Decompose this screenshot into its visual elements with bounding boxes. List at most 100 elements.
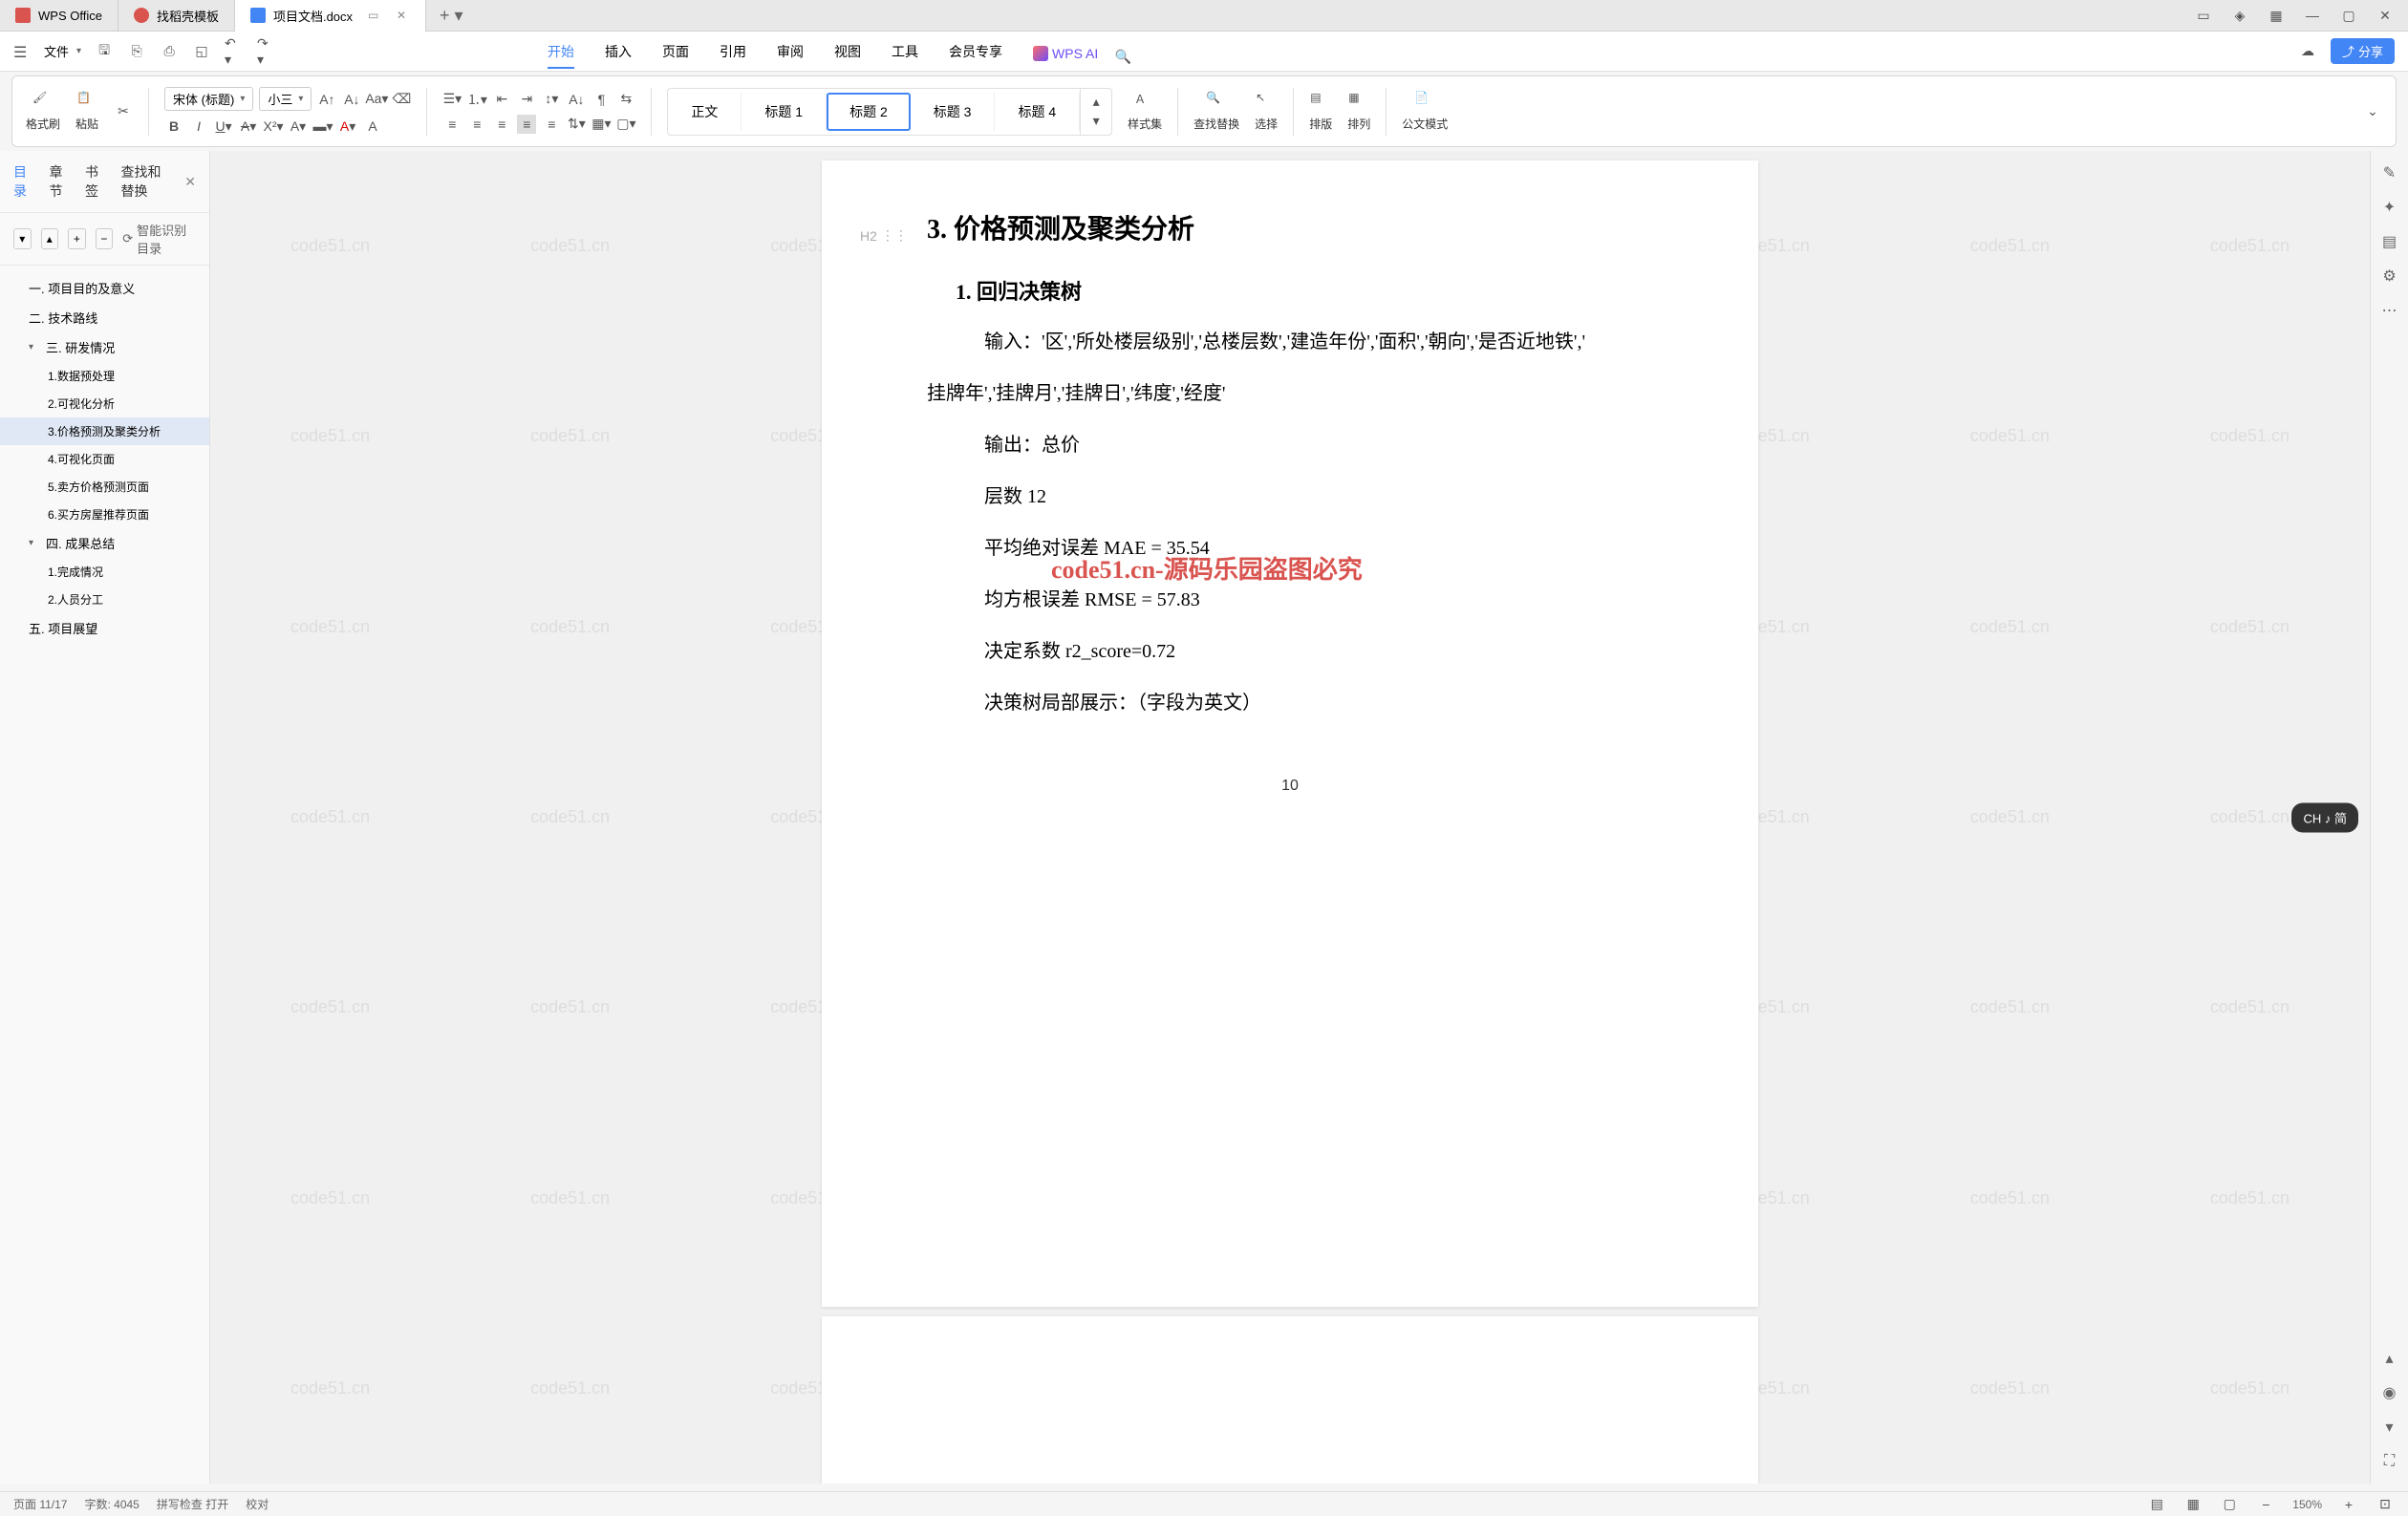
style-heading4[interactable]: 标题 4 — [995, 93, 1080, 131]
document-paragraph[interactable]: 均方根误差 RMSE = 57.83 — [984, 583, 1653, 617]
document-paragraph[interactable]: 决定系数 r2_score=0.72 — [984, 634, 1653, 669]
ribbon-tab-page[interactable]: 页面 — [647, 36, 704, 67]
view-mode-icon[interactable]: ▦ — [2183, 1495, 2203, 1514]
change-case-icon[interactable]: Aa▾ — [367, 90, 386, 109]
style-scroll-up-icon[interactable]: ▴ — [1086, 93, 1106, 112]
style-set-button[interactable]: Ａ 样式集 — [1128, 91, 1162, 132]
align-center-icon[interactable]: ≡ — [467, 115, 486, 134]
toc-remove-icon[interactable]: − — [96, 228, 114, 249]
ribbon-tab-insert[interactable]: 插入 — [590, 36, 647, 67]
line-spacing-icon[interactable]: ⇅▾ — [567, 115, 586, 134]
sidebar-tab-bookmark[interactable]: 书签 — [85, 162, 104, 201]
sidebar-tab-find[interactable]: 查找和替换 — [121, 162, 168, 201]
style-heading3[interactable]: 标题 3 — [911, 93, 996, 131]
cloud-icon[interactable]: ☁ — [2298, 42, 2317, 61]
drag-handle-icon[interactable]: ⋮⋮ — [881, 227, 908, 244]
template-icon[interactable]: ▤ — [2379, 231, 2400, 252]
increase-font-icon[interactable]: A↑ — [317, 90, 336, 109]
page-down-icon[interactable]: ▾ — [2379, 1417, 2400, 1438]
view-mode-icon[interactable]: ▤ — [2147, 1495, 2166, 1514]
ime-badge[interactable]: CH ♪ 简 — [2291, 802, 2358, 832]
clear-format-icon[interactable]: ⌫ — [392, 90, 411, 109]
cube-icon[interactable]: ◈ — [2230, 6, 2249, 25]
sidebar-close-icon[interactable]: ✕ — [184, 174, 196, 190]
document-subheading[interactable]: 1. 回归决策树 — [956, 275, 1653, 306]
paste-button[interactable]: 📋 粘贴 — [75, 91, 98, 132]
toc-item[interactable]: 3.价格预测及聚类分析 — [0, 417, 209, 445]
minimize-icon[interactable]: — — [2303, 6, 2322, 25]
increase-indent-icon[interactable]: ⇥ — [517, 90, 536, 109]
hamburger-icon[interactable]: ☰ — [13, 43, 31, 60]
layout-button[interactable]: ▤ 排版 — [1309, 91, 1332, 132]
ribbon-tab-start[interactable]: 开始 — [532, 36, 590, 67]
tab-close-icon[interactable]: ✕ — [397, 9, 410, 22]
page-up-icon[interactable]: ▴ — [2379, 1348, 2400, 1369]
underline-icon[interactable]: U▾ — [214, 117, 233, 136]
sparkle-icon[interactable]: ✦ — [2379, 197, 2400, 218]
font-color-icon[interactable]: A▾ — [338, 117, 357, 136]
numbered-list-icon[interactable]: ⒈▾ — [467, 90, 486, 109]
italic-icon[interactable]: I — [189, 117, 208, 136]
save-icon[interactable]: 🖫 — [95, 42, 114, 61]
document-paragraph[interactable]: 决策树局部展示：（字段为英文） — [984, 686, 1653, 720]
zoom-in-icon[interactable]: + — [2339, 1495, 2358, 1514]
expand-icon[interactable]: ⛶ — [2379, 1451, 2400, 1472]
toc-item[interactable]: 6.买方房屋推荐页面 — [0, 501, 209, 528]
bullet-list-icon[interactable]: ☰▾ — [442, 90, 462, 109]
wps-ai-button[interactable]: WPS AI — [1018, 40, 1113, 67]
style-normal[interactable]: 正文 — [668, 93, 742, 131]
ribbon-tab-tools[interactable]: 工具 — [876, 36, 934, 67]
toc-expand-down-icon[interactable]: ▾ — [13, 228, 32, 249]
status-page[interactable]: 页面 11/17 — [13, 1496, 67, 1512]
align-left-icon[interactable]: ≡ — [442, 115, 462, 134]
toc-item[interactable]: ▾四. 成果总结 — [0, 528, 209, 558]
status-proof[interactable]: 校对 — [246, 1496, 269, 1512]
decrease-font-icon[interactable]: A↓ — [342, 90, 361, 109]
document-area[interactable]: code51.cncode51.cncode51.cncode51.cncode… — [210, 151, 2370, 1484]
document-paragraph[interactable]: 层数 12 — [984, 480, 1653, 514]
preview-icon[interactable]: ◱ — [192, 42, 211, 61]
chart-icon[interactable]: ▦ — [2267, 6, 2286, 25]
arrange-button[interactable]: ▦ 排列 — [1347, 91, 1370, 132]
document-paragraph[interactable]: 输入：'区','所处楼层级别','总楼层数','建造年份','面积','朝向',… — [984, 325, 1653, 359]
fit-icon[interactable]: ⊡ — [2376, 1495, 2395, 1514]
status-words[interactable]: 字数: 4045 — [84, 1496, 139, 1512]
pencil-icon[interactable]: ✎ — [2379, 162, 2400, 183]
bold-icon[interactable]: B — [164, 117, 183, 136]
distribute-icon[interactable]: ≡ — [542, 115, 561, 134]
toc-item[interactable]: 二. 技术路线 — [0, 303, 209, 332]
sort-icon[interactable]: A↓ — [567, 90, 586, 109]
select-button[interactable]: ↖ 选择 — [1255, 91, 1278, 132]
window-layout-icon[interactable]: ▭ — [2194, 6, 2213, 25]
toc-item[interactable]: 1.数据预处理 — [0, 362, 209, 390]
superscript-icon[interactable]: X²▾ — [264, 117, 283, 136]
zoom-out-icon[interactable]: − — [2256, 1495, 2275, 1514]
style-heading1[interactable]: 标题 1 — [742, 93, 827, 131]
share-button[interactable]: ⤴ 分享 — [2331, 38, 2395, 64]
shading-icon[interactable]: ▦▾ — [591, 115, 611, 134]
format-painter-button[interactable]: 🖌 格式刷 — [26, 91, 60, 132]
tab-icon[interactable]: ⇆ — [616, 90, 635, 109]
borders-icon[interactable]: ▢▾ — [616, 115, 635, 134]
phonetic-icon[interactable]: A — [363, 117, 382, 136]
collapse-ribbon-icon[interactable]: ⌄ — [2363, 102, 2382, 121]
close-window-icon[interactable]: ✕ — [2376, 6, 2395, 25]
search-icon[interactable]: 🔍 — [1113, 48, 1132, 67]
font-family-select[interactable]: 宋体 (标题) ▾ — [164, 87, 253, 111]
location-icon[interactable]: ◉ — [2379, 1382, 2400, 1403]
toc-item[interactable]: ▾三. 研发情况 — [0, 332, 209, 362]
tab-template[interactable]: 找稻壳模板 — [118, 0, 235, 32]
cut-icon[interactable]: ✂ — [114, 102, 133, 121]
font-size-select[interactable]: 小三 ▾ — [259, 87, 312, 111]
tab-wps[interactable]: WPS Office — [0, 0, 118, 32]
paragraph-mark-icon[interactable]: ¶ — [591, 90, 611, 109]
decrease-indent-icon[interactable]: ⇤ — [492, 90, 511, 109]
add-tab-button[interactable]: + ▾ — [426, 6, 477, 26]
document-page-next[interactable] — [822, 1316, 1758, 1484]
redo-icon[interactable]: ↷ ▾ — [257, 42, 276, 61]
tab-menu-icon[interactable]: ▭ — [368, 9, 381, 22]
heading-level-indicator[interactable]: H2⋮⋮ — [860, 227, 908, 244]
print-icon[interactable]: ⎙ — [160, 42, 179, 61]
sidebar-tab-chapter[interactable]: 章节 — [50, 162, 69, 201]
document-paragraph[interactable]: 输出：总价 — [984, 428, 1653, 462]
